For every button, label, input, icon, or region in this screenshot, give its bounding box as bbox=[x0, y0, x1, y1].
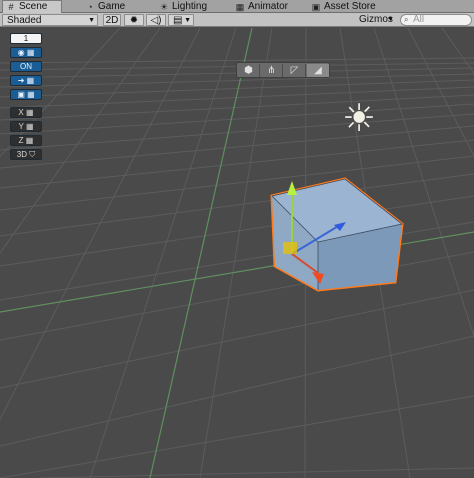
2d-label: 2D bbox=[105, 15, 119, 26]
x-label: X bbox=[18, 108, 24, 117]
tab-game[interactable]: ◔ Game bbox=[82, 1, 144, 13]
layer-field[interactable]: 1 bbox=[10, 33, 42, 44]
scene-viewport[interactable]: 1 ◉ ▦ ON ➜ ▦ ▣ ▦ X ▦ Y ▦ Z ▦ 3D ⛉ ⬢ ⋔ ◸ … bbox=[0, 28, 474, 478]
tab-label: Asset Store bbox=[324, 1, 376, 12]
on-label: ON bbox=[20, 62, 32, 71]
2d-toggle-button[interactable]: 2D bbox=[103, 14, 121, 26]
gizmo-axes-icon[interactable]: ⋔ bbox=[261, 64, 283, 77]
grid-icon: ▦ bbox=[25, 122, 34, 131]
x-axis-toggle[interactable]: X ▦ bbox=[10, 107, 42, 118]
store-icon: ▣ bbox=[311, 2, 321, 12]
shield-icon: ⛉ bbox=[29, 150, 36, 159]
z-label: Z bbox=[18, 136, 24, 145]
tab-label: Game bbox=[98, 1, 126, 12]
effects-dropdown[interactable]: ▤ ▼ bbox=[168, 14, 194, 26]
orientation-buttons: ⬢ ⋔ ◸ ◢ bbox=[236, 62, 330, 78]
bulb-icon: ☀ bbox=[159, 2, 169, 12]
chevron-down-icon: ▼ bbox=[387, 16, 394, 23]
perspective-icon[interactable]: ◸ bbox=[284, 64, 306, 77]
shading-mode-label: Shaded bbox=[7, 15, 42, 26]
tab-animator[interactable]: ▦ Animator bbox=[232, 1, 308, 13]
visibility-toggle[interactable]: ◉ ▦ bbox=[10, 47, 42, 58]
on-toggle[interactable]: ON bbox=[10, 61, 42, 72]
directional-light-icon[interactable]: ☀ bbox=[336, 96, 382, 142]
lock-toggle[interactable]: ▣ ▦ bbox=[10, 89, 42, 100]
grid-icon: ▦ bbox=[25, 136, 34, 145]
y-label: Y bbox=[18, 122, 24, 131]
layer-number: 1 bbox=[23, 34, 29, 43]
3d-label: 3D bbox=[16, 150, 27, 159]
speaker-icon: ◁) bbox=[150, 15, 162, 26]
tab-scene[interactable]: # Scene bbox=[2, 0, 62, 14]
arrow-right-icon: ➜ ▦ bbox=[17, 76, 35, 85]
gizmos-dropdown[interactable]: Gizmos ▼ bbox=[356, 14, 396, 26]
cube-view-icon[interactable]: ⬢ bbox=[238, 64, 260, 77]
tab-label: Scene bbox=[19, 1, 48, 12]
scene-grid bbox=[0, 28, 474, 478]
chevron-down-icon: ▼ bbox=[184, 17, 191, 24]
grid-icon: ▦ bbox=[26, 108, 34, 117]
image-icon: ▤ bbox=[173, 15, 183, 26]
tab-lighting[interactable]: ☀ Lighting bbox=[156, 1, 228, 13]
tab-label: Lighting bbox=[172, 1, 208, 12]
sun-icon: ✹ bbox=[129, 15, 139, 26]
ortho-icon[interactable]: ◢ bbox=[307, 64, 329, 77]
snap-arrow-toggle[interactable]: ➜ ▦ bbox=[10, 75, 42, 86]
tab-bar: # Scene ◔ Game ☀ Lighting ▦ Animator ▣ A… bbox=[0, 0, 474, 14]
y-axis-toggle[interactable]: Y ▦ bbox=[10, 121, 42, 132]
chevron-down-icon: ▼ bbox=[88, 17, 95, 24]
scene-lighting-toggle[interactable]: ✹ bbox=[124, 14, 144, 26]
scene-toolbar: Shaded ▼ 2D ✹ ◁) ▤ ▼ Gizmos ▼ ⌕ All bbox=[0, 13, 474, 27]
z-axis-toggle[interactable]: Z ▦ bbox=[10, 135, 42, 146]
eye-icon: ◉ ▦ bbox=[17, 48, 35, 57]
shading-mode-dropdown[interactable]: Shaded ▼ bbox=[2, 14, 98, 26]
lock-icon: ▣ ▦ bbox=[17, 90, 35, 99]
search-input[interactable]: ⌕ All bbox=[400, 14, 472, 26]
grid-icon: # bbox=[8, 2, 14, 12]
3d-toggle[interactable]: 3D ⛉ bbox=[10, 149, 42, 160]
tab-label: Animator bbox=[248, 1, 289, 12]
animator-icon: ▦ bbox=[235, 2, 245, 12]
audio-toggle[interactable]: ◁) bbox=[146, 14, 166, 26]
pacman-icon: ◔ bbox=[87, 2, 93, 12]
search-icon: ⌕ bbox=[404, 15, 409, 24]
search-placeholder: All bbox=[413, 14, 425, 25]
tab-asset-store[interactable]: ▣ Asset Store bbox=[308, 1, 390, 13]
